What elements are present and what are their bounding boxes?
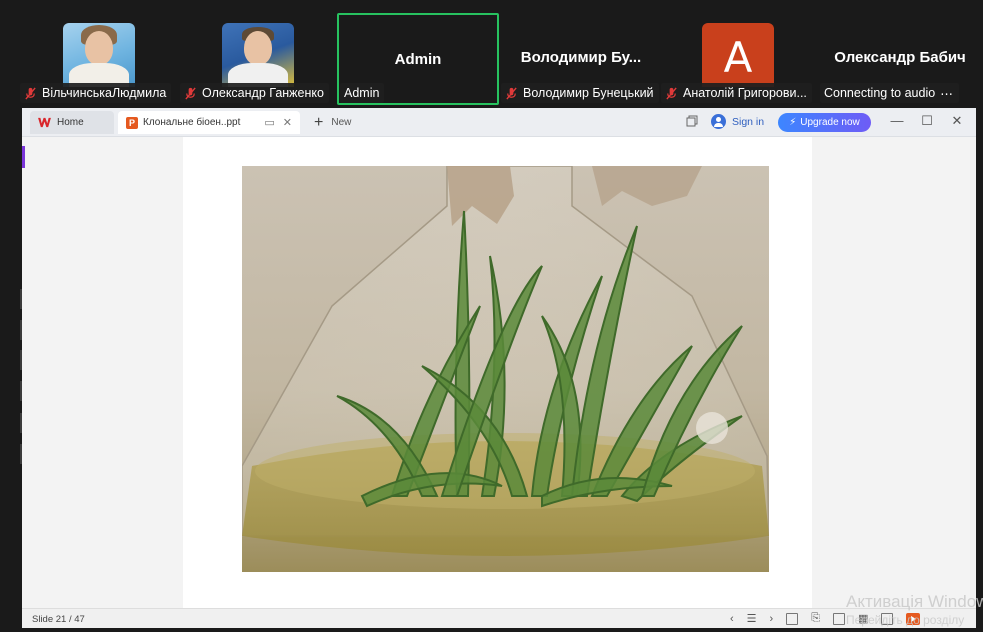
participant-strip: ВільчинськаЛюдмила Олександр Ганженко Ad… — [0, 0, 983, 108]
tab-home[interactable]: Home — [30, 111, 114, 134]
plus-icon: + — [314, 113, 324, 131]
shared-screen-right-edge — [976, 108, 983, 628]
participant-display-name: Admin — [394, 51, 442, 68]
mic-off-icon — [25, 86, 36, 100]
participant-tile[interactable]: A Анатолій Григорови... — [661, 13, 819, 105]
right-panel — [812, 137, 976, 608]
slide-thumbnail-pane[interactable] — [22, 137, 183, 608]
slide-photo-plantlets-in-flask — [242, 166, 769, 572]
participant-tile[interactable]: Олександр Бабич Connecting to audio ⋯ — [820, 13, 980, 105]
participant-label: Admin — [340, 83, 385, 103]
participant-tile[interactable]: ВільчинськаЛюдмила — [18, 13, 176, 105]
participant-label: Анатолій Григорови... — [661, 83, 812, 103]
participant-name: Олександр Ганженко — [202, 86, 324, 100]
avatar-letter: A — [723, 33, 753, 82]
close-tab-icon[interactable]: ✕ — [283, 116, 292, 129]
participant-label: ВільчинськаЛюдмила — [20, 83, 172, 103]
maximize-icon[interactable]: ☐ — [920, 114, 934, 128]
flask-plant-image — [242, 166, 769, 572]
tab-document-label: Клональне біоен..ppt — [143, 117, 241, 128]
status-bar-controls: ‹ ☰ › ⎘ ▦ — [730, 612, 921, 625]
minimize-icon[interactable]: — — [890, 114, 904, 128]
participant-name: Володимир Бунецький — [523, 86, 654, 100]
comment-icon[interactable]: ⎘ — [811, 612, 820, 625]
participant-label: Олександр Ганженко — [180, 83, 329, 103]
window-switch-icon[interactable] — [686, 115, 698, 127]
participant-name: Анатолій Григорови... — [683, 86, 807, 100]
participant-name: Connecting to audio — [824, 86, 936, 100]
participant-display-name: Олександр Бабич — [834, 49, 966, 66]
chevron-left-icon[interactable]: ‹ — [730, 613, 734, 625]
notes-icon[interactable] — [786, 612, 799, 625]
tab-bar: Home P Клональне біоен..ppt ▭ ✕ + New Si… — [22, 108, 976, 137]
reading-view-icon[interactable] — [881, 612, 894, 625]
list-icon[interactable]: ☰ — [747, 612, 757, 625]
slideshow-play-icon[interactable] — [906, 612, 921, 625]
more-icon: ⋯ — [940, 86, 954, 101]
participant-video — [63, 23, 135, 87]
close-window-icon[interactable]: ✕ — [950, 114, 964, 128]
participant-name: Admin — [344, 86, 380, 100]
sign-in-label: Sign in — [732, 115, 765, 128]
new-tab-label: New — [331, 117, 352, 128]
participant-name: ВільчинськаЛюдмила — [42, 86, 167, 100]
mic-off-icon — [666, 86, 677, 100]
ppt-file-icon: P — [126, 116, 138, 129]
tab-home-label: Home — [57, 117, 84, 128]
participant-tile[interactable]: Володимир Бу... Володимир Бунецький — [501, 13, 661, 105]
sidebar-accent — [22, 146, 25, 168]
upgrade-label: Upgrade now — [800, 117, 860, 128]
slide-canvas[interactable] — [183, 137, 812, 608]
shared-screen-left-edge — [0, 108, 23, 632]
wps-presentation-window: Home P Клональне біоен..ppt ▭ ✕ + New Si… — [22, 108, 976, 628]
participant-video — [222, 23, 294, 87]
sign-in-button[interactable]: Sign in — [711, 114, 764, 129]
chevron-right-icon[interactable]: › — [770, 613, 774, 625]
mic-off-icon — [506, 86, 517, 100]
tab-document[interactable]: P Клональне біоен..ppt ▭ ✕ — [118, 111, 300, 134]
mic-off-icon — [185, 86, 196, 100]
participant-label: Володимир Бунецький — [501, 83, 659, 103]
monitor-icon[interactable]: ▭ — [264, 116, 274, 129]
slide-counter: Slide 21 / 47 — [32, 614, 85, 625]
participant-display-name: Володимир Бу... — [520, 49, 642, 66]
lightning-icon: ⚡ — [789, 117, 797, 128]
participant-label: Connecting to audio ⋯ — [820, 83, 959, 103]
grid-view-icon[interactable]: ▦ — [858, 612, 868, 625]
user-icon — [711, 114, 726, 129]
new-tab-button[interactable]: + New — [310, 111, 351, 134]
upgrade-button[interactable]: ⚡ Upgrade now — [778, 113, 871, 132]
normal-view-icon[interactable] — [833, 612, 846, 625]
status-bar: Slide 21 / 47 ‹ ☰ › ⎘ ▦ — [22, 608, 976, 628]
participant-tile-active[interactable]: Admin Admin — [337, 13, 499, 105]
participant-letter-avatar: A — [702, 23, 774, 87]
participant-tile[interactable]: Олександр Ганженко — [178, 13, 334, 105]
wps-logo-icon — [38, 117, 51, 128]
